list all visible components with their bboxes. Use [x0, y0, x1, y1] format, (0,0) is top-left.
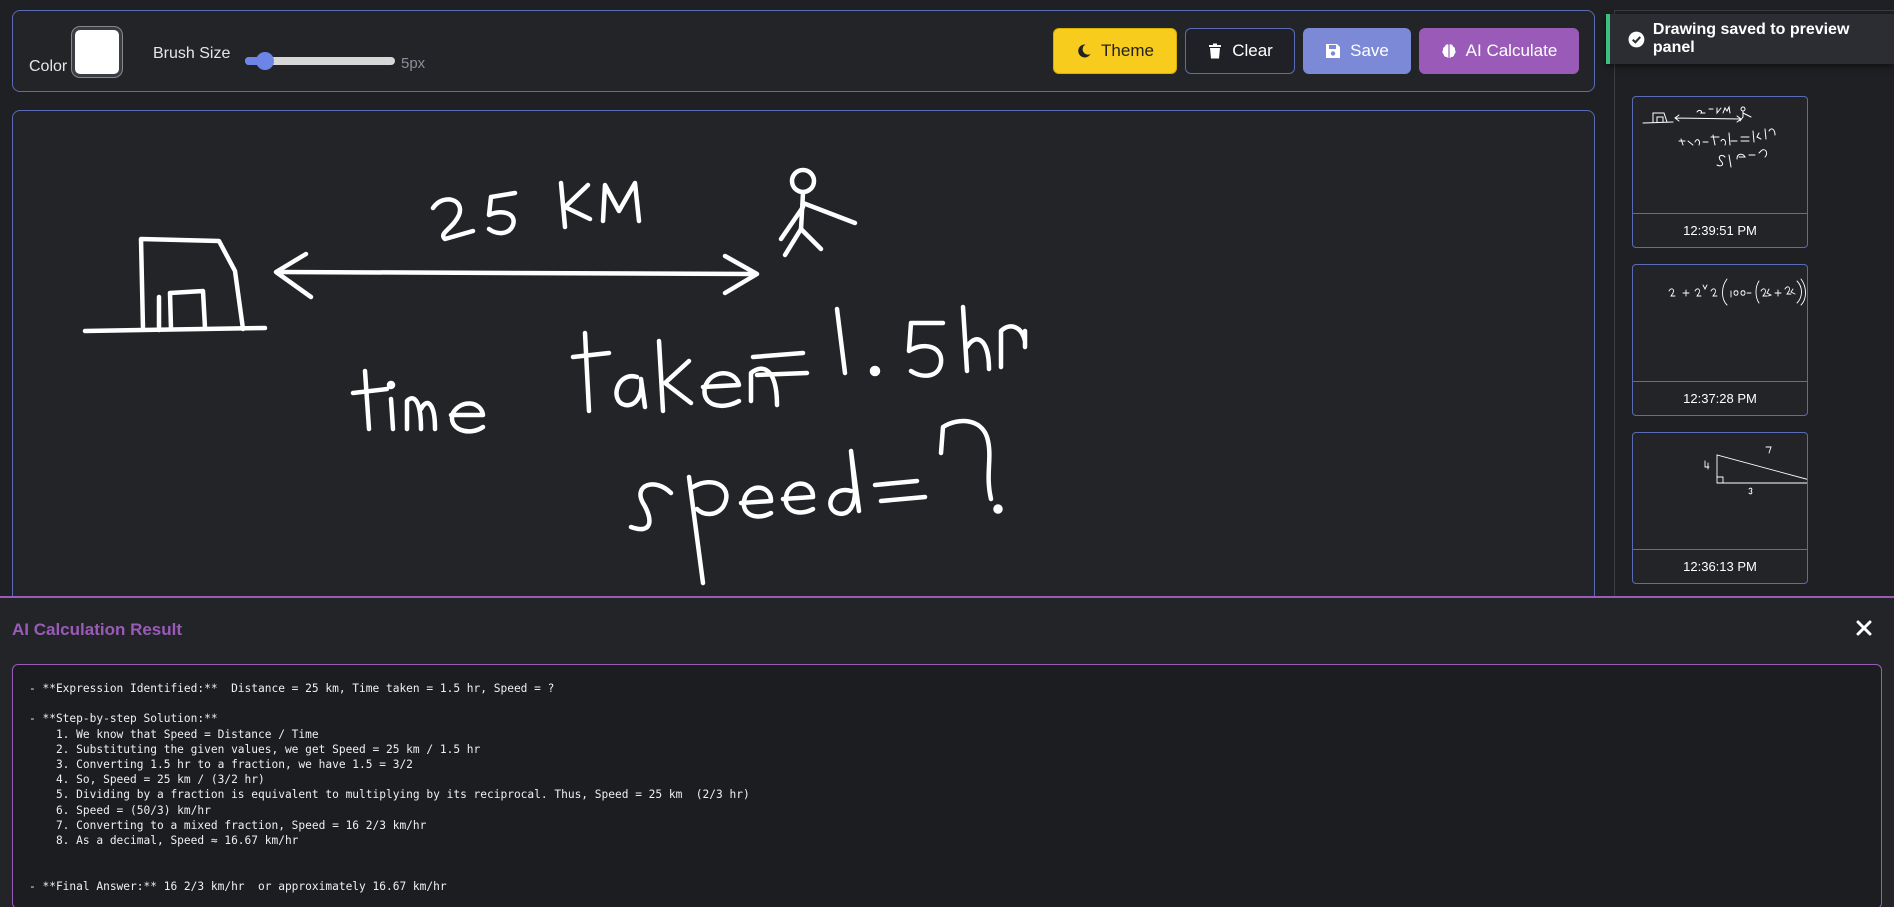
stroke-e2	[700, 371, 742, 408]
save-button-label: Save	[1350, 41, 1389, 60]
color-label: Color	[29, 58, 68, 75]
preview-thumbnail	[1642, 105, 1776, 168]
stroke-digit-5	[486, 190, 518, 236]
ai-calculate-button-label: AI Calculate	[1465, 41, 1558, 60]
ai-calculate-button[interactable]: AI Calculate	[1419, 28, 1579, 74]
theme-button[interactable]: Theme	[1053, 28, 1177, 74]
stroke-i-dot	[386, 380, 396, 390]
stroke-house	[138, 236, 246, 332]
preview-time: 12:37:28 PM	[1633, 381, 1807, 415]
preview-time: 12:36:13 PM	[1633, 549, 1807, 583]
toast-message: Drawing saved to preview panel	[1652, 21, 1850, 56]
stroke-arrow-left	[273, 251, 314, 300]
close-icon[interactable]	[1854, 618, 1874, 638]
preview-time: 12:39:51 PM	[1633, 213, 1807, 247]
preview-card[interactable]: 12:36:13 PM	[1632, 432, 1808, 584]
floppy-disk-icon	[1326, 44, 1341, 58]
stroke-t1-stem	[362, 368, 372, 432]
preview-thumbnail	[1704, 446, 1807, 495]
ai-result-box: - **Expression Identified:** Distance = …	[12, 664, 1882, 907]
toast-notification: Drawing saved to preview panel	[1606, 14, 1894, 64]
stroke-letter-k-arms	[562, 182, 593, 222]
save-button[interactable]: Save	[1303, 28, 1411, 74]
preview-card[interactable]: 12:39:51 PM	[1632, 96, 1808, 248]
trash-icon	[1209, 43, 1222, 59]
stroke-equals	[750, 350, 810, 378]
theme-button-label: Theme	[1101, 41, 1154, 60]
moon-icon	[1078, 44, 1091, 58]
stroke-figure-leg	[798, 226, 824, 252]
stroke-figure-arm	[800, 200, 858, 226]
stroke-e3	[738, 485, 774, 519]
stroke-digit-5b	[906, 320, 946, 378]
canvas-drawing	[82, 167, 1028, 586]
stroke-digit-1	[834, 306, 848, 376]
check-circle-icon	[1628, 31, 1645, 47]
ai-result-panel: AI Calculation Result - **Expression Ide…	[0, 596, 1894, 907]
stroke-t2-stem	[582, 330, 592, 414]
brush-size-slider[interactable]	[245, 49, 395, 73]
stroke-door	[167, 288, 208, 332]
ai-result-text: - **Expression Identified:** Distance = …	[29, 682, 750, 893]
stroke-d	[828, 448, 862, 517]
brush-size-value: 5px	[401, 55, 426, 72]
stroke-equals2	[872, 478, 928, 504]
toolbar: Color Brush Size 5px Theme Clear Save AI…	[12, 10, 1595, 92]
stroke-question	[938, 418, 994, 502]
preview-card[interactable]: 12:37:28 PM	[1632, 264, 1808, 416]
stroke-e4	[780, 481, 816, 515]
clear-button[interactable]: Clear	[1185, 28, 1295, 74]
stroke-h	[960, 304, 992, 374]
stroke-i	[388, 396, 396, 432]
ai-result-title: AI Calculation Result	[12, 620, 183, 639]
stroke-arrow-shaft	[274, 269, 758, 277]
stroke-ground	[82, 325, 268, 334]
stroke-p	[686, 474, 729, 586]
clear-button-label: Clear	[1232, 41, 1273, 60]
stroke-question-dot	[993, 504, 1003, 514]
stroke-a	[614, 374, 648, 410]
stroke-t1-bar	[350, 386, 390, 396]
color-picker[interactable]	[72, 27, 122, 77]
stroke-m	[404, 396, 438, 432]
drawing-canvas[interactable]	[12, 110, 1595, 610]
slider-thumb[interactable]	[255, 52, 274, 70]
stroke-digit-2	[430, 197, 476, 242]
brain-icon	[1442, 44, 1456, 58]
stroke-s	[628, 482, 674, 532]
preview-thumbnail	[1668, 278, 1806, 306]
stroke-k	[656, 338, 694, 414]
stroke-r	[998, 324, 1028, 370]
brush-size-label: Brush Size	[153, 45, 231, 62]
stroke-letter-m	[600, 180, 642, 224]
stroke-dot	[869, 365, 881, 377]
stroke-figure-head	[789, 167, 817, 195]
stroke-t2-bar	[570, 350, 612, 360]
stroke-e	[448, 401, 486, 434]
